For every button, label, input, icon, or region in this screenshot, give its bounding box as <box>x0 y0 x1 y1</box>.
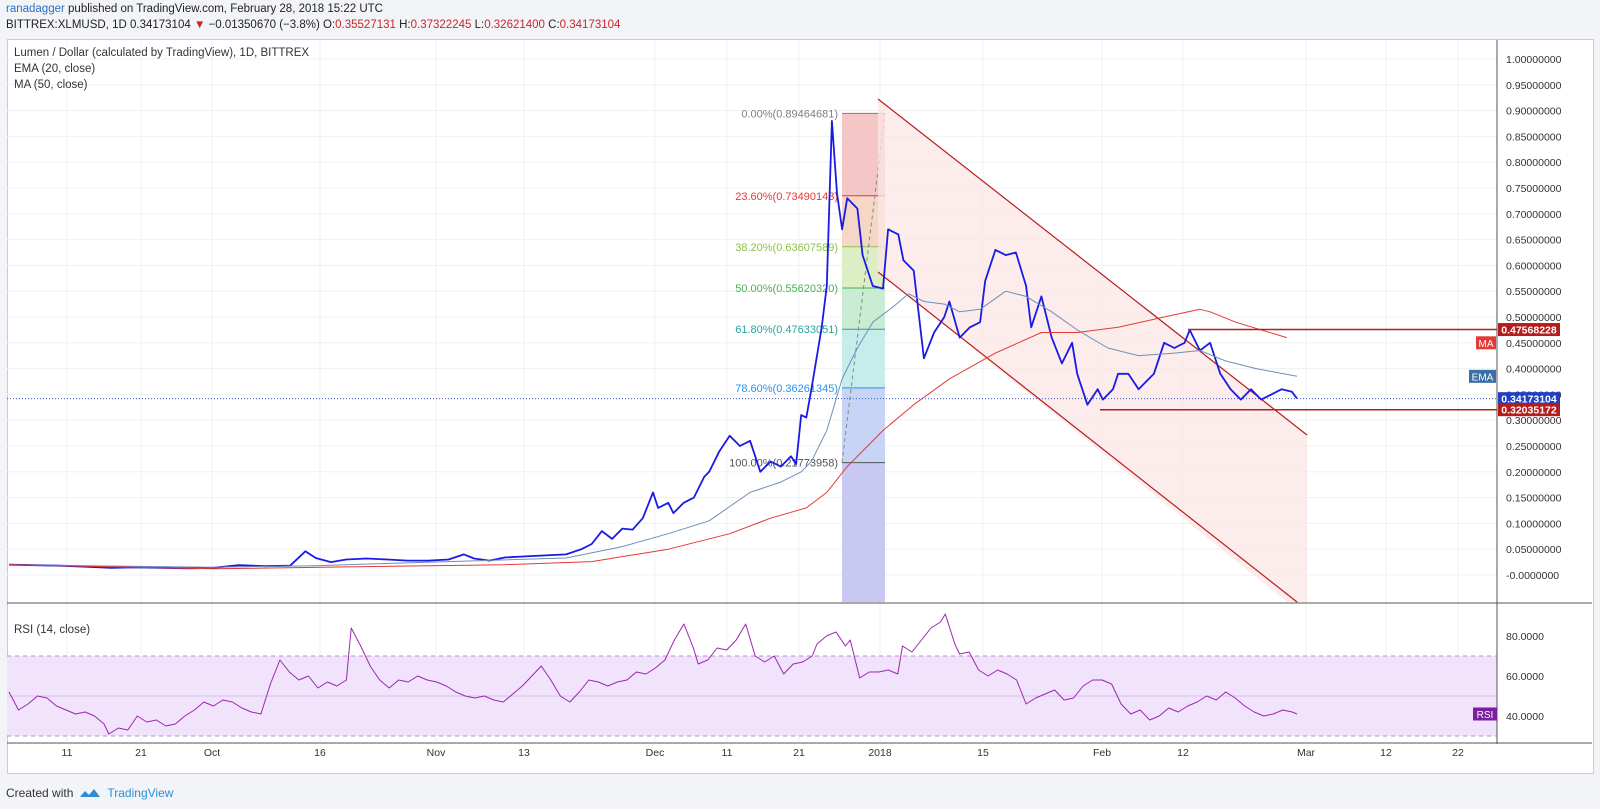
x-tick-label: 21 <box>135 747 147 759</box>
fib-level-label: 0.00%(0.89464681) <box>741 108 838 120</box>
rsi-tick-label: 60.0000 <box>1506 671 1544 683</box>
descending-channel <box>877 98 1308 603</box>
fib-level-label: 78.60%(0.36261345) <box>735 383 838 395</box>
tradingview-brand[interactable]: TradingView <box>107 786 173 800</box>
created-with-text: Created with <box>6 786 74 800</box>
fib-level-label: 38.20%(0.63607589) <box>735 242 838 254</box>
fib-level-label: 23.60%(0.73490143) <box>735 191 838 203</box>
rsi-tick-label: 80.0000 <box>1506 631 1544 643</box>
y-tick-label: 0.65000000 <box>1506 235 1562 247</box>
channel-fill <box>878 99 1307 602</box>
rsi-legend[interactable]: RSI (14, close) <box>14 624 90 636</box>
y-tick-label: 0.15000000 <box>1506 493 1562 505</box>
y-tick-label: -0.0000000 <box>1506 570 1559 582</box>
x-tick-label: 16 <box>314 747 326 759</box>
y-tick-label: 0.10000000 <box>1506 518 1562 530</box>
x-tick-label: 15 <box>977 747 989 759</box>
resistance-price-label: 0.47568228 <box>1501 325 1557 337</box>
y-tick-label: 0.50000000 <box>1506 312 1562 324</box>
y-tick-label: 0.95000000 <box>1506 80 1562 92</box>
y-tick-label: 0.60000000 <box>1506 260 1562 272</box>
y-tick-label: 0.25000000 <box>1506 441 1562 453</box>
x-tick-label: 11 <box>722 747 733 759</box>
rsi-panel <box>7 613 1497 737</box>
footer: Created with TradingView <box>6 786 173 800</box>
x-tick-label: Dec <box>646 747 665 759</box>
x-tick-label: 11 <box>62 747 73 759</box>
x-tick-label: 21 <box>793 747 805 759</box>
x-tick-label: Feb <box>1093 747 1111 759</box>
x-tick-label: 12 <box>1177 747 1189 759</box>
y-tick-label: 0.70000000 <box>1506 209 1562 221</box>
ema-legend[interactable]: EMA (20, close) <box>14 63 95 75</box>
x-tick-label: 12 <box>1380 747 1392 759</box>
tradingview-logo-icon <box>80 789 101 797</box>
x-tick-label: 13 <box>518 747 530 759</box>
x-tick-label: 2018 <box>868 747 892 759</box>
y-tick-label: 0.90000000 <box>1506 106 1562 118</box>
fibonacci-retracement: 0.00%(0.89464681) 23.60%(0.73490143) 38.20… <box>729 108 886 602</box>
y-tick-label: 0.30000000 <box>1506 415 1562 427</box>
x-tick-label: Nov <box>427 747 446 759</box>
x-tick-label: Oct <box>204 747 220 759</box>
x-tick-label: 22 <box>1452 747 1464 759</box>
y-tick-label: 1.00000000 <box>1506 54 1562 66</box>
indicator-tag: EMA <box>1472 372 1494 383</box>
rsi-tick-label: 40.0000 <box>1506 711 1544 723</box>
indicator-tag: MA <box>1479 339 1494 350</box>
y-tick-label: 0.85000000 <box>1506 131 1562 143</box>
y-tick-label: 0.20000000 <box>1506 467 1562 479</box>
y-tick-label: 0.75000000 <box>1506 183 1562 195</box>
chart-svg[interactable]: 0.00%(0.89464681) 23.60%(0.73490143) 38.20… <box>0 0 1600 809</box>
y-tick-label: 0.55000000 <box>1506 286 1562 298</box>
y-tick-label: 0.05000000 <box>1506 544 1562 556</box>
horizontal-levels <box>7 328 1497 411</box>
fib-level-label: 50.00%(0.55620320) <box>735 283 838 295</box>
fib-zone <box>842 287 885 330</box>
support-price-label: 0.32035172 <box>1501 405 1557 417</box>
fib-zone <box>842 387 885 463</box>
fib-extension-zone <box>842 462 885 602</box>
y-tick-label: 0.40000000 <box>1506 364 1562 376</box>
y-tick-label: 0.80000000 <box>1506 157 1562 169</box>
ma-legend[interactable]: MA (50, close) <box>14 79 88 91</box>
x-tick-label: Mar <box>1297 747 1316 759</box>
rsi-tag: RSI <box>1477 710 1494 721</box>
y-tick-label: 0.45000000 <box>1506 338 1562 350</box>
chart-title: Lumen / Dollar (calculated by TradingVie… <box>14 47 310 59</box>
